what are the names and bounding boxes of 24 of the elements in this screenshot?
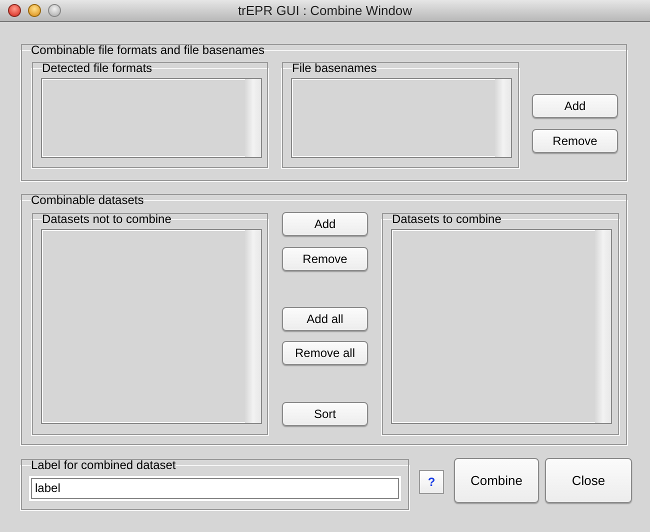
help-button[interactable]: ? (419, 470, 444, 494)
push-button[interactable]: Add (282, 212, 368, 236)
push-button[interactable]: Close (545, 458, 632, 503)
group-title: Label for combined dataset (31, 458, 176, 472)
group-title: Combinable datasets (31, 193, 144, 207)
list-box[interactable] (291, 78, 512, 158)
group-title: File basenames (292, 61, 377, 75)
group-title: Detected file formats (42, 61, 152, 75)
push-button[interactable]: Add all (282, 307, 368, 331)
label-field[interactable]: label (31, 478, 399, 498)
push-button[interactable]: Combine (454, 458, 539, 503)
group-title: Datasets not to combine (42, 212, 172, 226)
window-title: trEPR GUI : Combine Window (238, 2, 412, 20)
push-button[interactable]: Remove all (282, 341, 368, 365)
list-box[interactable] (41, 78, 262, 158)
zoom-icon[interactable] (48, 4, 61, 17)
push-button[interactable]: Remove (532, 129, 618, 153)
push-button[interactable]: Remove (282, 247, 368, 271)
group-title: Combinable file formats and file basenames (31, 43, 264, 57)
push-button[interactable]: Sort (282, 402, 368, 426)
push-button[interactable]: Add (532, 94, 618, 118)
group-title: Datasets to combine (392, 212, 502, 226)
close-icon[interactable] (8, 4, 21, 17)
minimize-icon[interactable] (28, 4, 41, 17)
